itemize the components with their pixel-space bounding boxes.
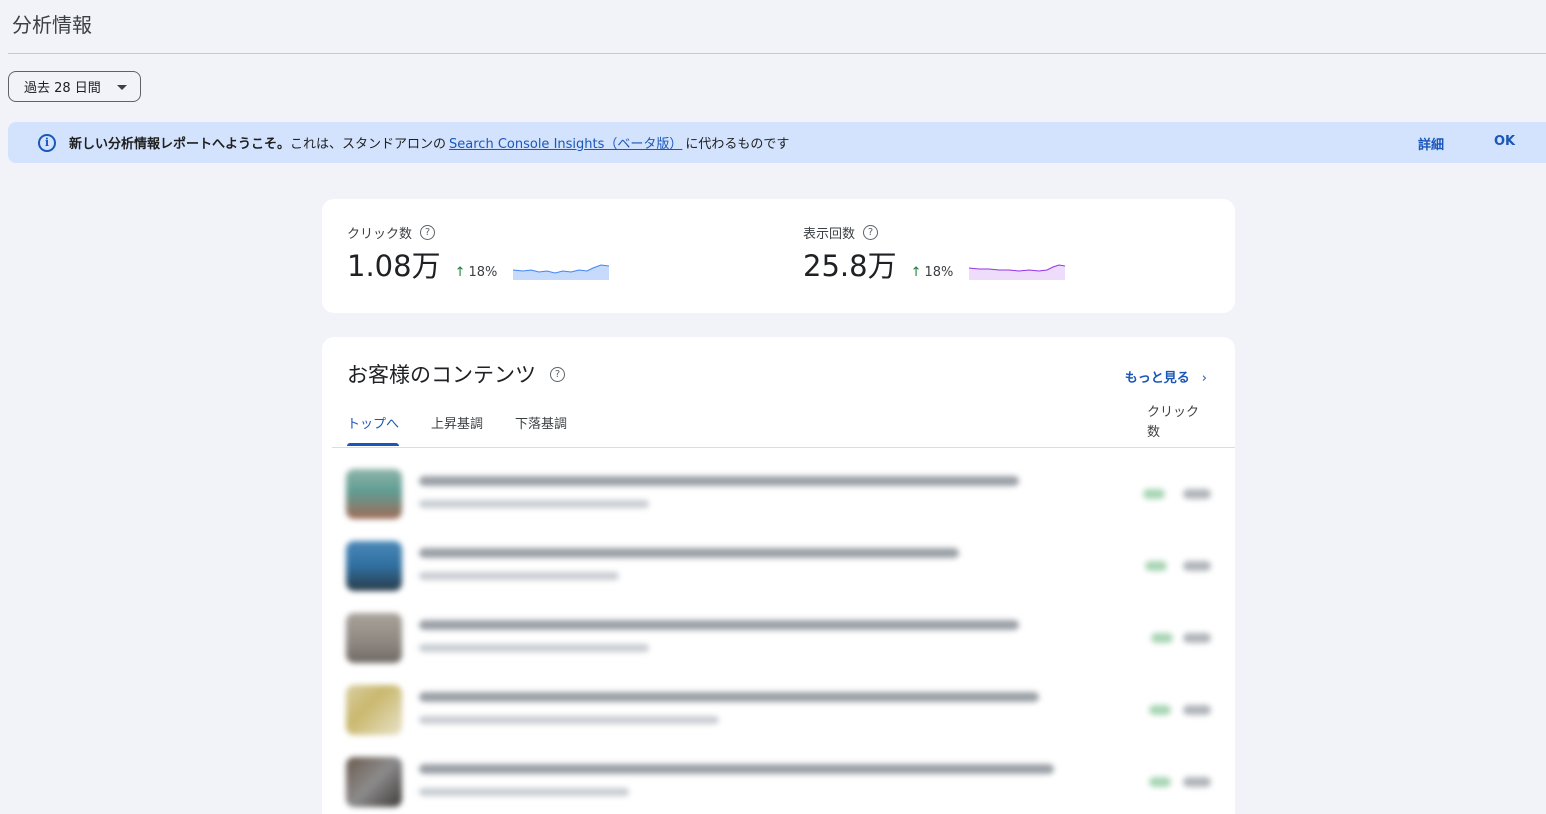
details-button[interactable]: 詳細 bbox=[1418, 134, 1444, 153]
blurred-number bbox=[1183, 489, 1211, 499]
impressions-metric: 表示回数 ? 25.8万 ↑ 18% bbox=[803, 223, 1066, 284]
blurred-url bbox=[419, 716, 719, 724]
see-more-label: もっと見る bbox=[1124, 371, 1190, 386]
thumbnail bbox=[346, 685, 402, 735]
tab-rising[interactable]: 上昇基調 bbox=[431, 413, 483, 446]
banner-text-after: に代わるものです bbox=[685, 137, 790, 152]
ok-button[interactable]: OK bbox=[1494, 134, 1515, 149]
clicks-label: クリック数 bbox=[347, 227, 413, 242]
tab-falling[interactable]: 下落基調 bbox=[515, 413, 567, 446]
blurred-change bbox=[1151, 633, 1173, 643]
impressions-sparkline bbox=[969, 264, 1066, 280]
clicks-change-value: 18% bbox=[468, 265, 498, 280]
arrow-up-icon: ↑ bbox=[454, 265, 466, 280]
help-icon[interactable]: ? bbox=[420, 225, 436, 240]
clicks-sparkline bbox=[513, 264, 610, 280]
impressions-change: ↑ 18% bbox=[911, 265, 954, 280]
help-icon[interactable]: ? bbox=[550, 366, 565, 382]
list-item[interactable] bbox=[322, 531, 1235, 603]
thumbnail bbox=[346, 541, 402, 591]
blurred-number bbox=[1183, 633, 1211, 643]
blurred-change bbox=[1143, 489, 1165, 499]
dropdown-caret-icon bbox=[117, 85, 127, 90]
thumbnail bbox=[346, 469, 402, 519]
page-title: 分析情報 bbox=[12, 13, 92, 37]
blurred-number bbox=[1183, 561, 1211, 571]
clicks-change: ↑ 18% bbox=[455, 265, 498, 280]
list-item[interactable] bbox=[322, 675, 1235, 747]
title-divider bbox=[8, 53, 1546, 54]
blurred-title bbox=[419, 692, 1039, 702]
blurred-url bbox=[419, 500, 649, 508]
banner-strong-text: 新しい分析情報レポートへようこそ。 bbox=[69, 137, 291, 152]
clicks-value: 1.08万 bbox=[347, 249, 441, 283]
impressions-value: 25.8万 bbox=[803, 249, 897, 283]
blurred-title bbox=[419, 764, 1054, 774]
search-console-insights-link[interactable]: Search Console Insights（ベータ版） bbox=[449, 133, 682, 152]
see-more-link[interactable]: もっと見る › bbox=[1125, 367, 1207, 386]
impressions-change-value: 18% bbox=[924, 265, 954, 280]
arrow-up-icon: ↑ bbox=[910, 265, 922, 280]
thumbnail bbox=[346, 613, 402, 663]
list-item[interactable] bbox=[322, 747, 1235, 814]
tabs-divider bbox=[332, 447, 1235, 448]
banner-text: これは、スタンドアロンの bbox=[290, 137, 447, 152]
info-icon: i bbox=[38, 133, 56, 152]
blurred-number bbox=[1183, 705, 1211, 715]
content-list bbox=[322, 459, 1235, 814]
welcome-banner: i 新しい分析情報レポートへようこそ。 これは、スタンドアロンの Search … bbox=[8, 122, 1546, 163]
date-range-label: 過去 28 日間 bbox=[24, 81, 101, 96]
content-title: お客様のコンテンツ bbox=[347, 363, 536, 387]
thumbnail bbox=[346, 757, 402, 807]
list-item[interactable] bbox=[322, 603, 1235, 675]
help-icon[interactable]: ? bbox=[863, 225, 879, 240]
chevron-right-icon: › bbox=[1201, 371, 1207, 386]
clicks-column-header[interactable]: クリック数 bbox=[1147, 403, 1207, 443]
blurred-url bbox=[419, 644, 649, 652]
metrics-card: クリック数 ? 1.08万 ↑ 18% 表示回数 ? 25.8万 ↑ 18% bbox=[322, 199, 1235, 313]
clicks-metric: クリック数 ? 1.08万 ↑ 18% bbox=[347, 223, 610, 284]
list-item[interactable] bbox=[322, 459, 1235, 531]
content-tabs: トップへ 上昇基調 下落基調 bbox=[347, 413, 599, 446]
blurred-number bbox=[1183, 777, 1211, 787]
blurred-change bbox=[1145, 561, 1167, 571]
blurred-title bbox=[419, 548, 959, 558]
blurred-change bbox=[1149, 705, 1171, 715]
blurred-url bbox=[419, 788, 629, 796]
blurred-title bbox=[419, 620, 1019, 630]
blurred-title bbox=[419, 476, 1019, 486]
blurred-change bbox=[1149, 777, 1171, 787]
content-card: お客様のコンテンツ ? もっと見る › トップへ 上昇基調 下落基調 クリック数 bbox=[322, 337, 1235, 814]
impressions-label: 表示回数 bbox=[803, 227, 856, 242]
date-range-select[interactable]: 過去 28 日間 bbox=[8, 71, 141, 102]
blurred-url bbox=[419, 572, 619, 580]
tab-top[interactable]: トップへ bbox=[347, 413, 400, 446]
